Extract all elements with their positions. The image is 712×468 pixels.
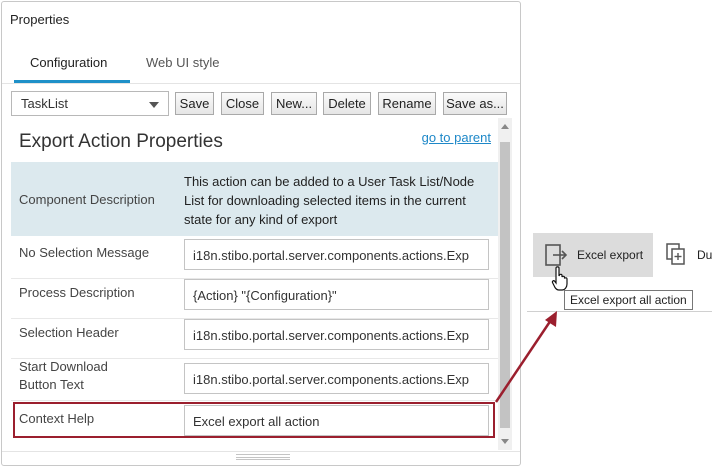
no-selection-message-label: No Selection Message (19, 245, 150, 260)
go-to-parent-link[interactable]: go to parent (422, 130, 491, 145)
panel-title: Properties (10, 12, 70, 27)
next-button-label[interactable]: Du (697, 248, 712, 262)
properties-panel: Properties Configuration Web UI style Ta… (1, 1, 521, 466)
configuration-select-value: TaskList (21, 96, 68, 111)
start-download-button-text-label: Start Download Button Text (19, 359, 108, 392)
bottom-divider (2, 451, 520, 452)
duplicate-icon[interactable] (666, 243, 688, 267)
properties-content: Export Action Properties go to parent Co… (11, 118, 498, 440)
tab-web-ui-style[interactable]: Web UI style (146, 55, 219, 70)
save-button[interactable]: Save (175, 92, 214, 115)
tab-configuration[interactable]: Configuration (30, 55, 107, 70)
row-divider (11, 400, 498, 401)
start-download-button-text-field[interactable]: i18n.stibo.portal.server.components.acti… (184, 363, 489, 394)
preview-toolbar-divider (527, 311, 712, 312)
new-button[interactable]: New... (271, 92, 317, 115)
resize-grip-icon[interactable] (236, 454, 290, 460)
close-button[interactable]: Close (221, 92, 264, 115)
vertical-scrollbar[interactable] (498, 118, 512, 450)
component-description-label: Component Description (19, 192, 155, 207)
scroll-up-icon[interactable] (501, 124, 509, 129)
tooltip: Excel export all action (564, 290, 693, 310)
context-help-highlight (13, 402, 495, 438)
rename-button[interactable]: Rename (378, 92, 436, 115)
hand-cursor-icon (551, 266, 568, 291)
scroll-down-icon[interactable] (501, 439, 509, 444)
selection-header-field[interactable]: i18n.stibo.portal.server.components.acti… (184, 319, 489, 350)
section-title: Export Action Properties (19, 131, 223, 152)
scrollbar-thumb[interactable] (500, 142, 510, 428)
export-icon (545, 244, 568, 266)
chevron-down-icon[interactable] (149, 102, 159, 108)
delete-button[interactable]: Delete (323, 92, 371, 115)
selection-header-label: Selection Header (19, 325, 119, 340)
configuration-select[interactable]: TaskList (11, 91, 169, 116)
no-selection-message-field[interactable]: i18n.stibo.portal.server.components.acti… (184, 239, 489, 270)
component-description-row: Component Description This action can be… (11, 162, 498, 236)
save-as-button[interactable]: Save as... (443, 92, 507, 115)
component-description-text: This action can be added to a User Task … (184, 174, 475, 227)
process-description-field[interactable]: {Action} "{Configuration}" (184, 279, 489, 310)
process-description-label: Process Description (19, 285, 135, 300)
tab-divider (2, 83, 520, 84)
excel-export-label: Excel export (577, 248, 644, 262)
